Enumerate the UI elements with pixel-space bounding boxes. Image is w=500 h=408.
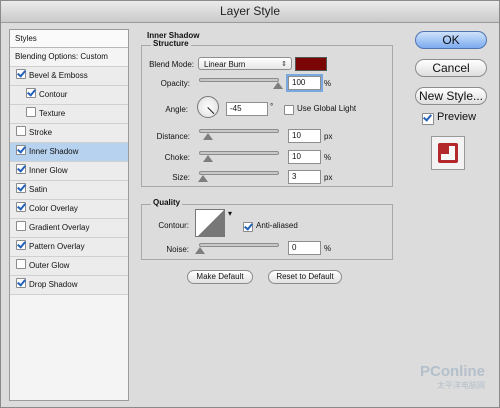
outer-glow-checkbox[interactable]: [16, 259, 26, 269]
style-item-label: Inner Glow: [29, 166, 68, 175]
watermark: PConline 太平洋电脑网: [420, 363, 485, 391]
size-slider[interactable]: [199, 171, 279, 175]
choke-unit: %: [324, 153, 332, 162]
preview-swatch-image: [438, 143, 458, 163]
anti-aliased-checkbox[interactable]: [243, 222, 253, 232]
style-item-pattern-overlay[interactable]: Pattern Overlay: [10, 238, 128, 257]
style-item-gradient-overlay[interactable]: Gradient Overlay: [10, 219, 128, 238]
distance-label: Distance:: [156, 132, 190, 141]
gradient-overlay-checkbox[interactable]: [16, 221, 26, 231]
contour-curve-icon: [198, 210, 224, 236]
style-item-inner-shadow[interactable]: Inner Shadow: [10, 143, 128, 162]
size-label: Size:: [172, 173, 190, 182]
preview-checkbox[interactable]: [422, 113, 434, 125]
style-item-texture[interactable]: Texture: [10, 105, 128, 124]
style-item-label: Drop Shadow: [29, 280, 78, 289]
drop-shadow-checkbox[interactable]: [16, 278, 26, 288]
style-item-label: Texture: [39, 109, 66, 118]
noise-slider-thumb[interactable]: [195, 247, 205, 254]
global-light-checkbox[interactable]: [284, 105, 294, 115]
contour-checkbox[interactable]: [26, 88, 36, 98]
new-style-button[interactable]: New Style...: [415, 87, 487, 105]
styles-header[interactable]: Styles: [10, 30, 128, 48]
preview-label: Preview: [437, 111, 477, 123]
style-item-drop-shadow[interactable]: Drop Shadow: [10, 276, 128, 295]
opacity-slider[interactable]: [199, 78, 279, 82]
contour-picker[interactable]: [195, 209, 225, 237]
noise-label: Noise:: [166, 245, 189, 254]
texture-checkbox[interactable]: [26, 107, 36, 117]
structure-title: Structure: [151, 39, 191, 48]
distance-unit: px: [324, 132, 333, 141]
distance-slider-thumb[interactable]: [203, 133, 213, 140]
size-slider-thumb[interactable]: [198, 175, 208, 182]
style-item-label: Satin: [29, 185, 48, 194]
angle-input[interactable]: -45: [226, 102, 268, 116]
style-item-color-overlay[interactable]: Color Overlay: [10, 200, 128, 219]
opacity-unit: %: [324, 79, 332, 88]
select-arrows-icon: ⇕: [281, 61, 287, 68]
noise-input[interactable]: 0: [288, 241, 321, 255]
style-preview-thumbnail: [431, 136, 465, 170]
style-item-label: Inner Shadow: [29, 147, 79, 156]
blend-mode-value: Linear Burn: [204, 60, 246, 69]
layer-style-dialog: Layer Style Styles Blending Options: Cus…: [0, 0, 500, 408]
noise-unit: %: [324, 244, 332, 253]
opacity-input[interactable]: 100: [288, 76, 321, 90]
style-item-label: Bevel & Emboss: [29, 71, 88, 80]
style-item-bevel-emboss[interactable]: Bevel & Emboss: [10, 67, 128, 86]
shadow-color-swatch[interactable]: [295, 57, 327, 71]
global-light-label: Use Global Light: [297, 104, 357, 113]
style-item-label: Color Overlay: [29, 204, 78, 213]
angle-dial[interactable]: [197, 96, 219, 118]
inner-shadow-checkbox[interactable]: [16, 145, 26, 155]
style-item-label: Gradient Overlay: [29, 223, 90, 232]
style-item-contour[interactable]: Contour: [10, 86, 128, 105]
blending-options-item[interactable]: Blending Options: Custom: [10, 48, 128, 67]
bevel-emboss-checkbox[interactable]: [16, 69, 26, 79]
style-item-inner-glow[interactable]: Inner Glow: [10, 162, 128, 181]
ok-button[interactable]: OK: [415, 31, 487, 49]
angle-needle: [207, 107, 215, 115]
choke-slider-thumb[interactable]: [203, 155, 213, 162]
angle-label: Angle:: [165, 105, 188, 114]
styles-list: Styles Blending Options: Custom Bevel & …: [9, 29, 129, 401]
style-item-label: Pattern Overlay: [29, 242, 85, 251]
dialog-title: Layer Style: [1, 1, 499, 23]
inner-glow-checkbox[interactable]: [16, 164, 26, 174]
quality-title: Quality: [151, 198, 183, 207]
color-overlay-checkbox[interactable]: [16, 202, 26, 212]
choke-input[interactable]: 10: [288, 150, 321, 164]
blend-mode-select[interactable]: Linear Burn ⇕: [198, 57, 292, 70]
style-item-label: Contour: [39, 90, 68, 99]
size-input[interactable]: 3: [288, 170, 321, 184]
reset-to-default-button[interactable]: Reset to Default: [268, 270, 342, 284]
style-item-label: Stroke: [29, 128, 53, 137]
noise-slider[interactable]: [199, 243, 279, 247]
style-item-outer-glow[interactable]: Outer Glow: [10, 257, 128, 276]
watermark-brand: PConline: [419, 363, 485, 380]
size-unit: px: [324, 173, 333, 182]
style-item-satin[interactable]: Satin: [10, 181, 128, 200]
make-default-button[interactable]: Make Default: [187, 270, 253, 284]
distance-input[interactable]: 10: [288, 129, 321, 143]
cancel-button[interactable]: Cancel: [415, 59, 487, 77]
contour-label: Contour:: [158, 221, 189, 230]
style-item-label: Outer Glow: [29, 261, 70, 270]
pattern-overlay-checkbox[interactable]: [16, 240, 26, 250]
opacity-label: Opacity:: [160, 79, 190, 88]
choke-label: Choke:: [164, 153, 190, 162]
blend-mode-label: Blend Mode:: [149, 60, 194, 69]
contour-dropdown-icon[interactable]: ▾: [228, 209, 232, 218]
stroke-checkbox[interactable]: [16, 126, 26, 136]
opacity-slider-thumb[interactable]: [273, 82, 283, 89]
watermark-subtitle: 太平洋电脑网: [437, 381, 485, 390]
anti-aliased-label: Anti-aliased: [256, 221, 298, 230]
style-item-stroke[interactable]: Stroke: [10, 124, 128, 143]
satin-checkbox[interactable]: [16, 183, 26, 193]
angle-unit: °: [270, 102, 274, 111]
